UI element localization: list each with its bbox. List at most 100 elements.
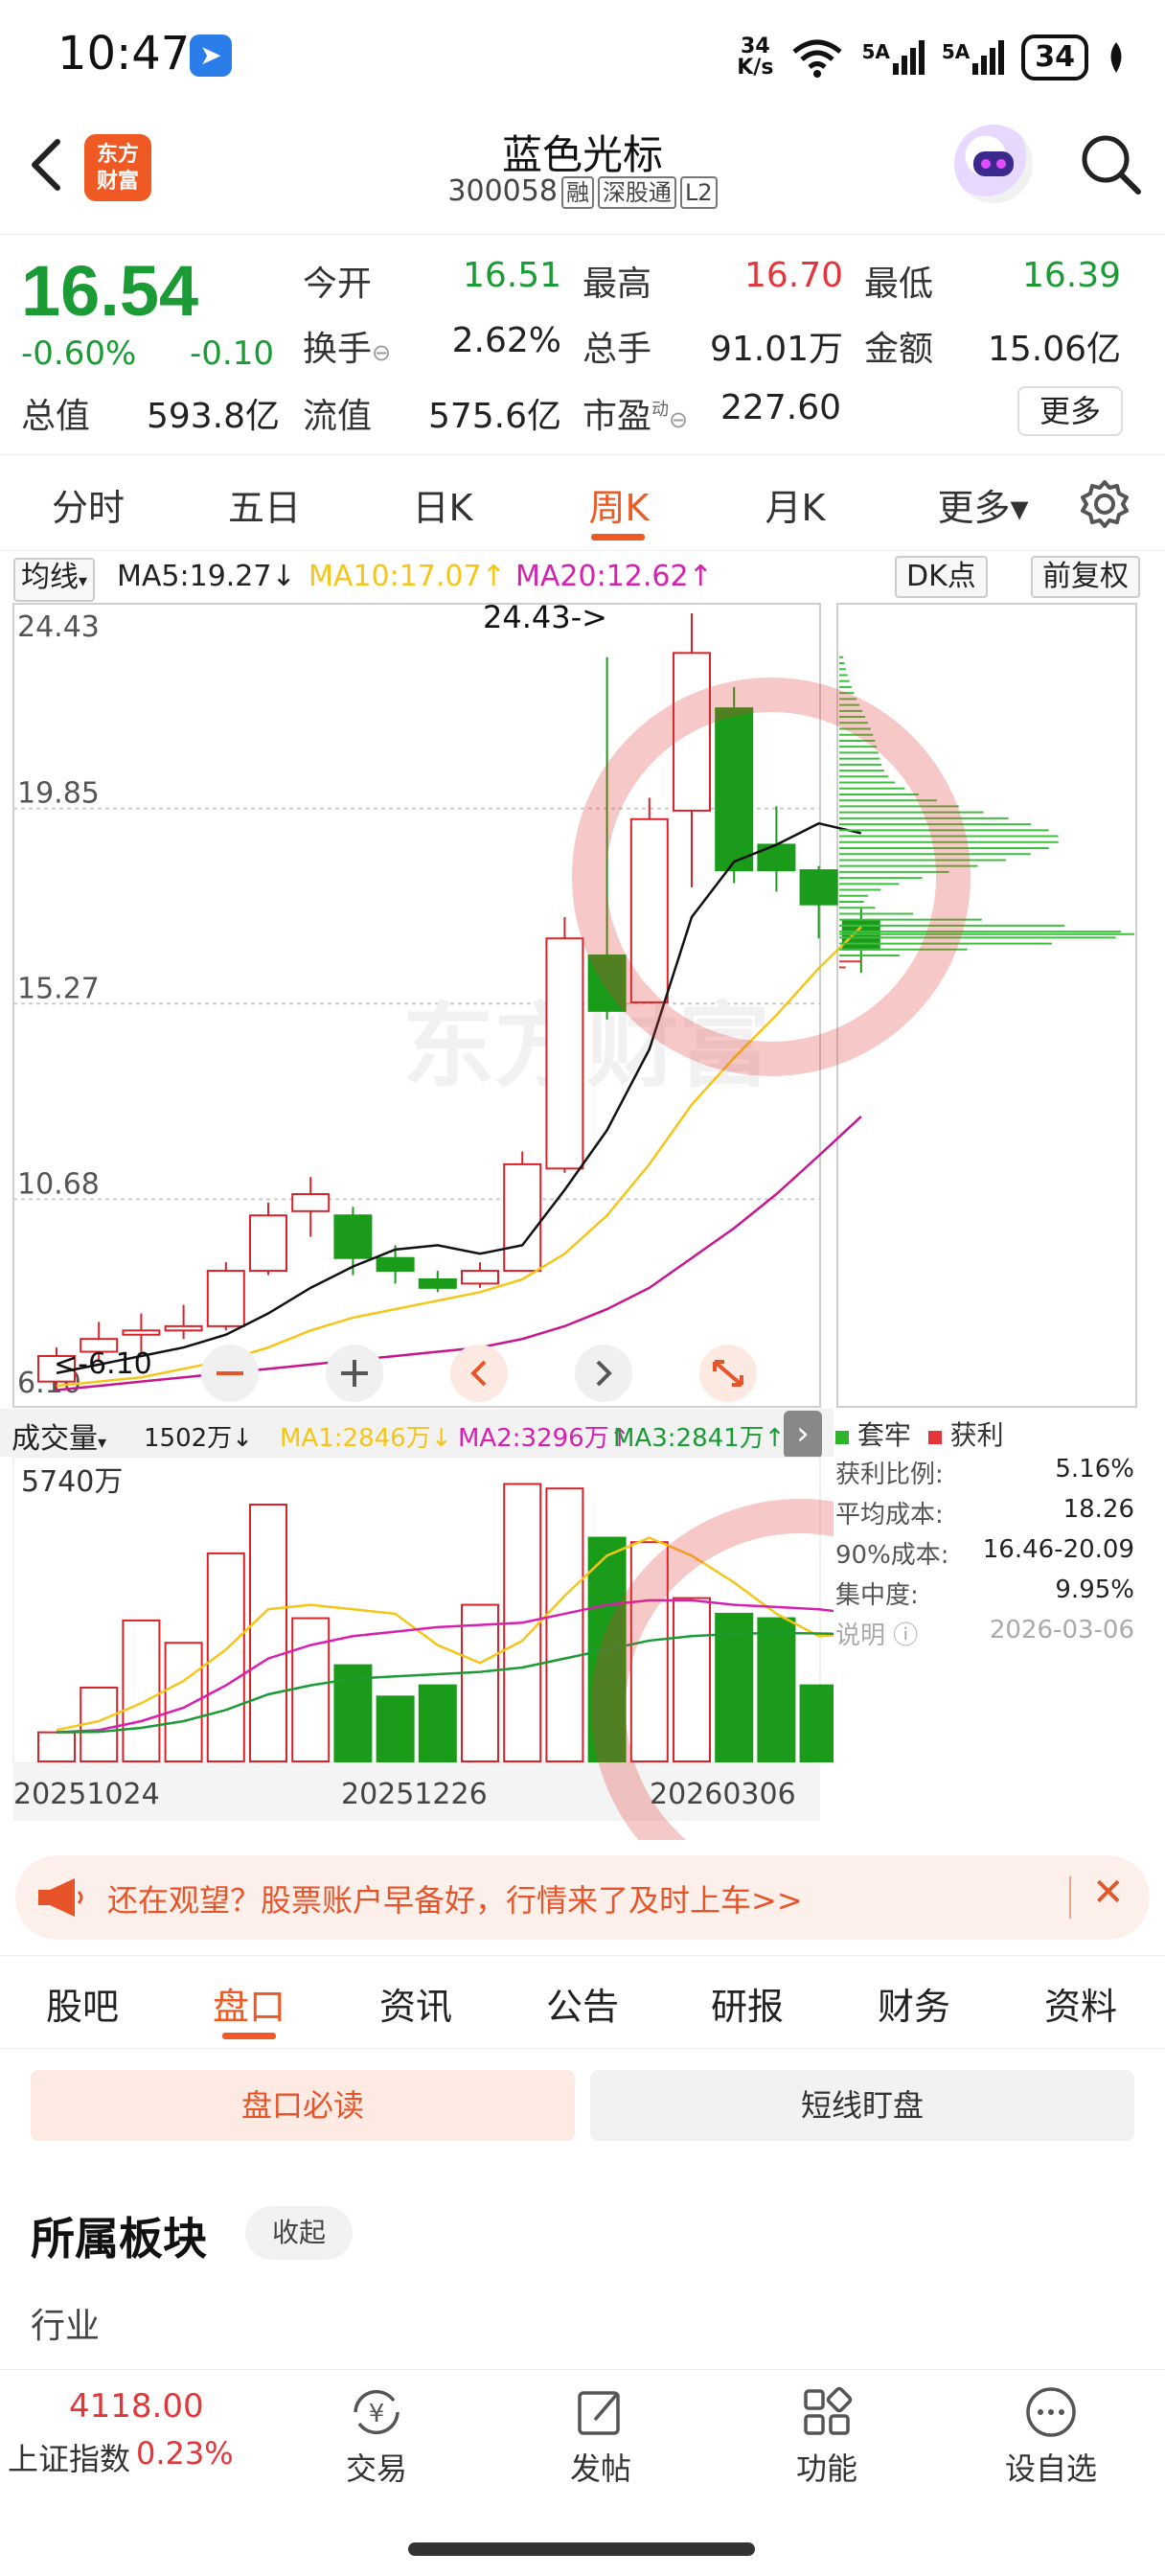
volume-bar [376,1695,415,1762]
scroll-right-button[interactable] [575,1345,632,1402]
pe-label[interactable]: 市盈动⊖ [582,388,688,438]
nav-functions[interactable]: 功能 [755,2383,899,2489]
change-value: -0.10 [190,334,274,373]
wifi-icon [792,39,843,78]
ma20-label: MA20:12.62↑ [515,560,713,593]
profit-ratio-row: 获利比例: 5.16% [835,1455,1134,1489]
connect-tag: 深股通 [597,176,676,209]
industry-label: 行业 [31,2307,101,2346]
volume-current: 1502万↓ [144,1424,253,1453]
volume-indicator-select[interactable]: 成交量▾ [11,1414,106,1457]
candle-body [757,843,796,872]
float-cap-value: 575.6亿 [427,397,561,436]
profit-swatch [927,1431,942,1444]
robot-icon [973,151,1014,176]
change-percent: -0.60% [21,334,137,373]
tab-monthly-k[interactable]: 月K [728,478,862,531]
tab-announcements[interactable]: 公告 [515,1977,650,2030]
trapped-swatch [835,1431,849,1444]
y-tick-label: 24.43 [17,610,100,644]
candle-body [715,707,754,872]
zoom-in-button[interactable] [326,1345,383,1402]
adjust-button[interactable]: 前复权 [1031,556,1140,598]
home-indicator [408,2542,755,2556]
volume-ma1: MA1:2846万↓ [280,1424,452,1453]
info-icon: ⓘ [893,1622,919,1650]
subtab-short-watch[interactable]: 短线盯盘 [590,2070,1134,2141]
volume-bar [37,1731,76,1763]
volume-bar [249,1504,287,1762]
nav-add-watchlist[interactable]: 设自选 [979,2383,1123,2489]
indicator-select[interactable]: 均线▾ [13,558,96,602]
volume-chart[interactable]: 5740万 20251024 20251226 20260306 [0,1457,834,1840]
avg-cost-row: 平均成本: 18.26 [835,1495,1134,1530]
collapse-panel-button[interactable]: › [784,1411,822,1459]
tab-five-day[interactable]: 五日 [197,478,331,531]
assistant-avatar[interactable] [954,125,1033,203]
volume-bar [757,1617,796,1762]
edit-icon [578,2391,620,2435]
ma-legend-row: 均线▾ MA5:19.27↓ MA10:17.07↑ MA20:12.62↑ D… [0,554,1165,602]
candle-body [461,1270,499,1285]
yuan-cycle-icon: ¥ [354,2389,400,2435]
close-icon[interactable]: ✕ [1092,1871,1125,1915]
nav-post[interactable]: 发帖 [529,2383,673,2489]
more-button[interactable]: 更多 [1017,386,1123,436]
nav-trade[interactable]: ¥ 交易 [305,2383,448,2489]
tab-intraday[interactable]: 分时 [21,478,155,531]
gear-icon[interactable] [1079,478,1131,530]
kline-chart[interactable]: 东方财富 24.4319.8515.2710.686.10 24.43-> <-… [0,599,1165,1414]
zoom-out-button[interactable] [201,1345,259,1402]
promo-banner[interactable]: 还在观望？股票账户早备好，行情来了及时上车>> ✕ [15,1855,1150,1940]
status-bar: 10:47 ➤ 34 K/s 5A 5A 34 [0,0,1165,105]
tab-handicap[interactable]: 盘口 [182,1977,316,2030]
amount-label: 金额 [864,330,934,369]
volume-bar [291,1617,331,1762]
collapse-button[interactable]: 收起 [245,2206,353,2260]
turnover-label[interactable]: 换手⊖ [303,321,391,371]
volume-ma2: MA2:3296万↑ [458,1424,630,1453]
fullscreen-button[interactable] [699,1345,757,1402]
battery-icon: 34 [1021,34,1088,80]
svg-text:¥: ¥ [369,2400,385,2428]
tab-daily-k[interactable]: 日K [376,478,510,531]
volume-bar [715,1612,754,1762]
scroll-left-button[interactable] [450,1345,508,1402]
promo-text: 还在观望？股票账户早备好，行情来了及时上车>> [107,1882,803,1919]
candle-body [799,869,838,906]
volume-ma3: MA3:2841万↑ [613,1424,786,1453]
open-label: 今开 [303,264,373,304]
amount-value: 15.06亿 [987,330,1121,369]
x-tick-label: 20260306 [650,1778,796,1811]
low-value: 16.39 [1021,256,1121,295]
volume-max-label: 5740万 [21,1465,123,1499]
dk-point-button[interactable]: DK点 [895,556,988,598]
subtab-must-read[interactable]: 盘口必读 [31,2070,575,2141]
tab-profile[interactable]: 资料 [1014,1977,1148,2030]
margin-tag: 融 [560,176,594,209]
signal-icon-2: 5A [942,40,1005,75]
tab-forum[interactable]: 股吧 [15,1977,149,2030]
date-axis-labels: 20251024 20251226 20260306 [13,1778,796,1811]
turnover-value: 2.62% [451,321,561,360]
total-cap-label: 总值 [21,397,91,436]
tab-news[interactable]: 资讯 [349,1977,483,2030]
search-icon[interactable] [1077,130,1144,197]
caret-down-icon: ▾ [98,1433,107,1453]
volume-header: 成交量▾ 1502万↓ MA1:2846万↓ MA2:3296万↑ MA3:28… [0,1409,834,1459]
high-label: 最高 [582,264,652,304]
pe-value: 227.60 [720,388,841,427]
high-value: 16.70 [743,256,843,295]
volume-bar [122,1619,161,1762]
index-name: 上证指数 [8,2441,131,2477]
explain-row[interactable]: 说明 ⓘ 2026-03-06 [835,1616,1134,1651]
tab-finance[interactable]: 财务 [847,1977,981,2030]
tab-weekly-k[interactable]: 周K [552,478,686,531]
volume-bar [545,1487,584,1762]
tab-research[interactable]: 研报 [680,1977,814,2030]
bottom-nav: 4118.00 上证指数 0.23% ¥ 交易 发帖 功能 设自选 [0,2369,1165,2576]
candle-body [333,1214,373,1259]
tab-more-periods[interactable]: 更多▾ [916,478,1050,531]
index-change: 0.23% [136,2435,234,2472]
more-dots-icon [1026,2387,1076,2437]
